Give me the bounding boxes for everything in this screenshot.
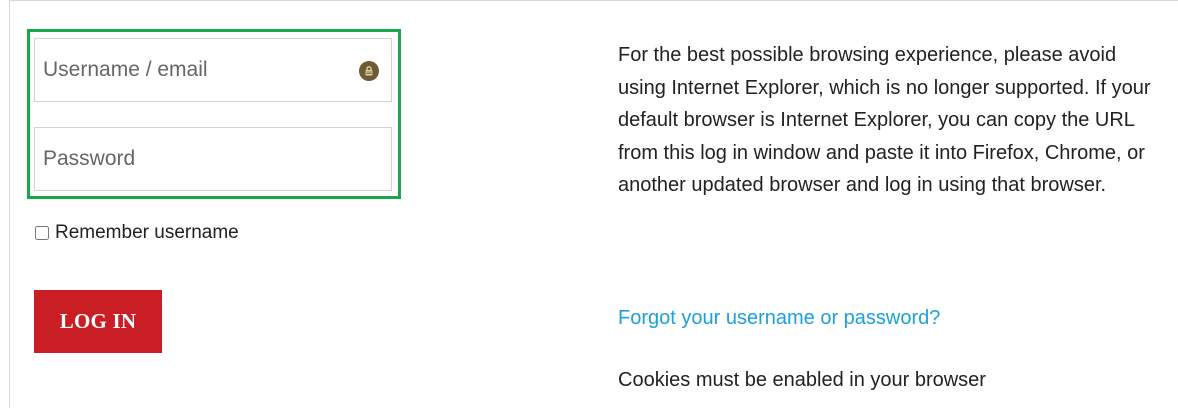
username-input[interactable]	[35, 39, 391, 101]
login-button[interactable]: LOG IN	[34, 290, 162, 353]
remember-username-row[interactable]: Remember username	[35, 222, 239, 244]
password-input[interactable]	[35, 128, 391, 190]
lock-icon	[359, 61, 379, 81]
remember-username-label: Remember username	[55, 222, 239, 243]
forgot-credentials-link[interactable]: Forgot your username or password?	[618, 307, 940, 330]
remember-username-checkbox[interactable]	[35, 226, 49, 240]
username-field-container	[34, 38, 392, 102]
cookies-notice: Cookies must be enabled in your browser	[618, 369, 986, 391]
browser-advisory-text: For the best possible browsing experienc…	[618, 44, 1151, 197]
password-field-container	[34, 127, 392, 191]
